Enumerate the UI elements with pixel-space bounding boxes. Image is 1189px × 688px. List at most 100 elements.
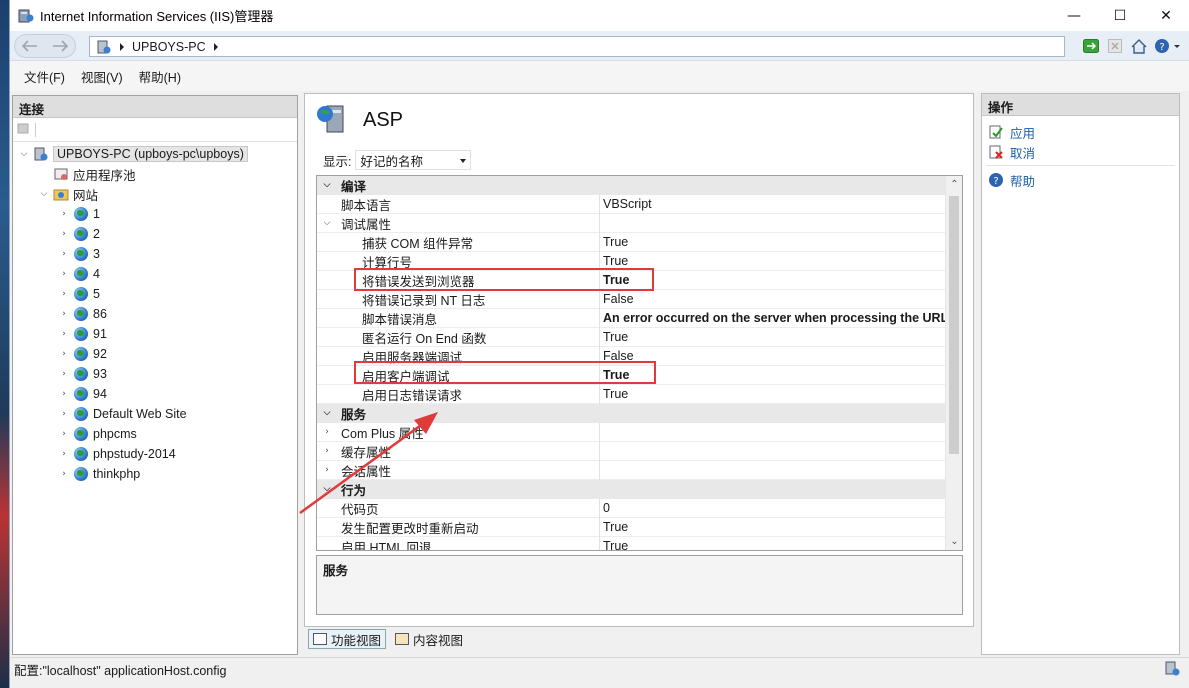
tree-server-label[interactable]: UPBOYS-PC (upboys-pc\upboys) [53, 146, 248, 162]
tree-site[interactable]: › 91 [13, 324, 297, 344]
expand-icon[interactable]: › [59, 369, 69, 379]
grid-collapsed-group-row[interactable]: › 会话属性 [317, 461, 945, 480]
expand-toggle-icon[interactable]: ⌵ [317, 484, 337, 494]
tree-site-label[interactable]: 3 [93, 247, 100, 261]
tree-site[interactable]: › 5 [13, 284, 297, 304]
grid-property-row[interactable]: 脚本错误消息 An error occurred on the server wh… [317, 309, 945, 328]
expand-toggle-icon[interactable]: ⌵ [317, 180, 337, 190]
expand-icon[interactable]: › [59, 329, 69, 339]
grid-property-row[interactable]: 脚本语言 VBScript [317, 195, 945, 214]
action-cancel[interactable]: 取消 [982, 142, 1179, 162]
scroll-thumb[interactable] [949, 196, 959, 454]
action-cancel-label[interactable]: 取消 [1010, 143, 1035, 162]
tree-site[interactable]: › 94 [13, 384, 297, 404]
grid-property-row[interactable]: 启用 HTML 回退 True [317, 537, 945, 550]
help-menu-icon[interactable]: ? [1153, 36, 1183, 56]
grid-category-row[interactable]: ⌵ 行为 [317, 480, 945, 499]
tree-site-label[interactable]: Default Web Site [93, 407, 187, 421]
collapse-icon[interactable]: ⌵ [39, 189, 49, 199]
property-value[interactable]: False [603, 292, 945, 306]
expand-icon[interactable]: › [59, 289, 69, 299]
path-separator-icon[interactable] [120, 42, 124, 51]
tree-site[interactable]: › phpcms [13, 424, 297, 444]
tab-content-view[interactable]: 内容视图 [390, 629, 468, 649]
connect-icon[interactable] [17, 121, 31, 138]
property-value[interactable]: True [603, 235, 945, 249]
close-button[interactable]: ✕ [1143, 0, 1189, 31]
refresh-icon[interactable] [1081, 36, 1101, 56]
display-mode-select[interactable]: 好记的名称 [355, 150, 472, 170]
tree-site-label[interactable]: 91 [93, 327, 107, 341]
tree-app-pools-label[interactable]: 应用程序池 [73, 165, 136, 184]
expand-icon[interactable]: › [59, 269, 69, 279]
tree-site[interactable]: › phpstudy-2014 [13, 444, 297, 464]
tree-site-label[interactable]: 4 [93, 267, 100, 281]
grid-property-row[interactable]: 匿名运行 On End 函数 True [317, 328, 945, 347]
property-value[interactable]: An error occurred on the server when pro… [603, 311, 945, 325]
expand-icon[interactable]: › [59, 409, 69, 419]
expand-icon[interactable]: › [59, 449, 69, 459]
expand-toggle-icon[interactable]: › [317, 465, 337, 475]
tree-site[interactable]: › Default Web Site [13, 404, 297, 424]
expand-icon[interactable]: › [59, 309, 69, 319]
tree-site[interactable]: › 93 [13, 364, 297, 384]
tree-site[interactable]: › 92 [13, 344, 297, 364]
tree-site-label[interactable]: 86 [93, 307, 107, 321]
tree-sites-label[interactable]: 网站 [73, 185, 98, 204]
expand-icon[interactable]: › [59, 429, 69, 439]
tree-site-label[interactable]: 93 [93, 367, 107, 381]
path-segment-server[interactable]: UPBOYS-PC [132, 40, 206, 54]
vertical-scrollbar[interactable]: ⌃ ⌄ [945, 176, 962, 550]
property-value[interactable]: VBScript [603, 197, 945, 211]
tree-site-label[interactable]: 5 [93, 287, 100, 301]
expand-toggle-icon[interactable]: ⌵ [317, 408, 337, 418]
maximize-button[interactable]: ☐ [1097, 0, 1143, 31]
scroll-down-icon[interactable]: ⌄ [946, 533, 962, 550]
tree-site[interactable]: › 86 [13, 304, 297, 324]
menu-view[interactable]: 视图(V) [73, 64, 131, 89]
expand-icon[interactable]: › [59, 249, 69, 259]
tree-server[interactable]: ⌵ UPBOYS-PC (upboys-pc\upboys) [13, 144, 297, 164]
action-help[interactable]: ? 帮助 [982, 170, 1179, 190]
tree-site-label[interactable]: phpcms [93, 427, 137, 441]
property-value[interactable]: True [603, 539, 945, 550]
property-value[interactable]: True [603, 520, 945, 534]
tree-site[interactable]: › 4 [13, 264, 297, 284]
tree-site[interactable]: › 2 [13, 224, 297, 244]
grid-property-row[interactable]: 将错误记录到 NT 日志 False [317, 290, 945, 309]
grid-property-row[interactable]: 捕获 COM 组件异常 True [317, 233, 945, 252]
tree-site-label[interactable]: thinkphp [93, 467, 140, 481]
back-button[interactable] [18, 34, 42, 58]
action-help-label[interactable]: 帮助 [1010, 171, 1035, 190]
grid-category-row[interactable]: ⌵ 编译 [317, 176, 945, 195]
tree-sites[interactable]: ⌵ 网站 [13, 184, 297, 204]
tree-site[interactable]: › thinkphp [13, 464, 297, 484]
tab-features-view[interactable]: 功能视图 [308, 629, 387, 649]
grid-property-row[interactable]: 发生配置更改时重新启动 True [317, 518, 945, 537]
minimize-button[interactable]: — [1051, 0, 1097, 31]
grid-property-row[interactable]: 启用日志错误请求 True [317, 385, 945, 404]
property-value[interactable]: 0 [603, 501, 945, 515]
home-icon[interactable] [1129, 36, 1149, 56]
tree-site-label[interactable]: 2 [93, 227, 100, 241]
tree-site-label[interactable]: 1 [93, 207, 100, 221]
menu-file[interactable]: 文件(F) [16, 64, 73, 89]
property-value[interactable]: True [603, 254, 945, 268]
expand-toggle-icon[interactable]: › [317, 446, 337, 456]
expand-icon[interactable]: › [59, 229, 69, 239]
tree-site[interactable]: › 1 [13, 204, 297, 224]
expand-icon[interactable]: › [59, 349, 69, 359]
property-value[interactable]: True [603, 387, 945, 401]
tree-site-label[interactable]: 92 [93, 347, 107, 361]
path-separator-icon[interactable] [213, 42, 218, 51]
grid-property-row[interactable]: 代码页 0 [317, 499, 945, 518]
tree-site-label[interactable]: phpstudy-2014 [93, 447, 176, 461]
expand-icon[interactable]: › [59, 389, 69, 399]
grid-collapsed-group-row[interactable]: › Com Plus 属性 [317, 423, 945, 442]
tree-site[interactable]: › 3 [13, 244, 297, 264]
tree-app-pools[interactable]: 应用程序池 [13, 164, 297, 184]
scroll-up-icon[interactable]: ⌃ [946, 176, 962, 193]
expand-icon[interactable]: › [59, 209, 69, 219]
stop-icon[interactable] [1105, 36, 1125, 56]
grid-group-row[interactable]: ⌵ 调试属性 [317, 214, 945, 233]
